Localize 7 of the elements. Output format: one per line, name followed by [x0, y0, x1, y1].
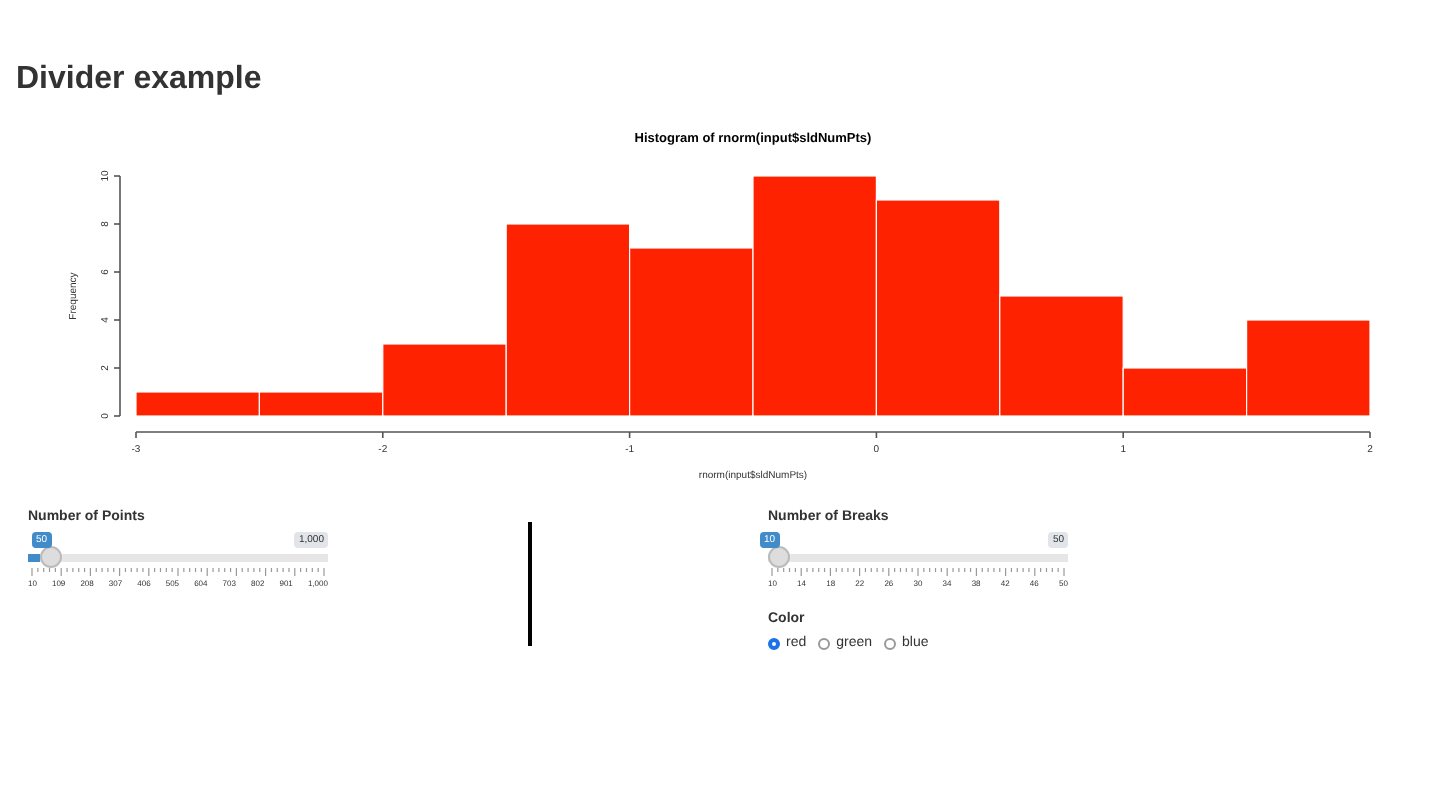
- page-title: Divider example: [16, 62, 264, 98]
- radio-button[interactable]: [768, 637, 780, 649]
- slider-thumb[interactable]: [768, 546, 790, 568]
- histogram-bar: [135, 391, 260, 417]
- slider-thumb[interactable]: [39, 546, 62, 568]
- radio-button[interactable]: [818, 637, 831, 649]
- radio-button[interactable]: [884, 637, 897, 649]
